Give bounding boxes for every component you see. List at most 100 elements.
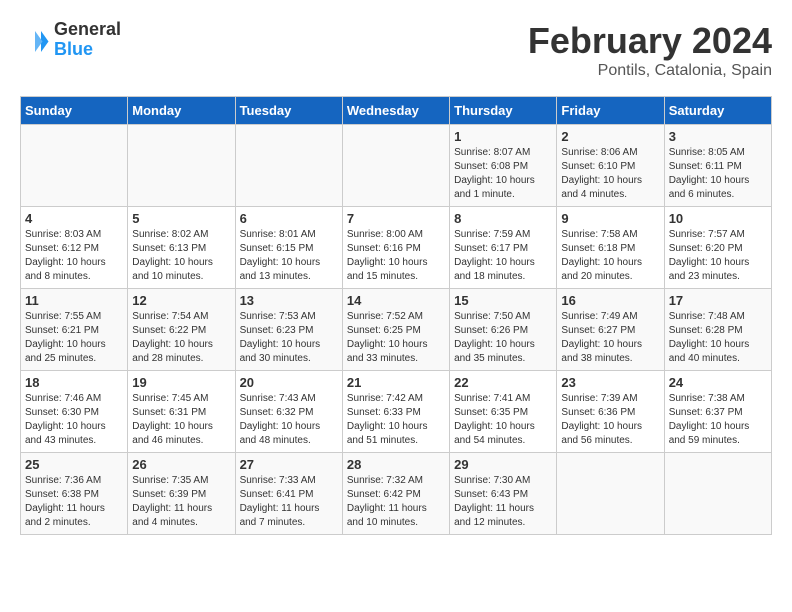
calendar-week-row: 4 Sunrise: 8:03 AM Sunset: 6:12 PM Daylig…: [21, 207, 772, 289]
logo-text: General Blue: [54, 20, 121, 60]
day-info: Sunrise: 8:02 AM Sunset: 6:13 PM Dayligh…: [132, 228, 230, 284]
day-number: 4: [25, 211, 123, 226]
day-number: 15: [454, 293, 552, 308]
day-number: 24: [669, 375, 767, 390]
day-of-week-header: Sunday: [21, 97, 128, 125]
day-info: Sunrise: 8:06 AM Sunset: 6:10 PM Dayligh…: [561, 146, 659, 202]
logo-general: General: [54, 20, 121, 40]
calendar-day-cell: 28 Sunrise: 7:32 AM Sunset: 6:42 PM Dayli…: [342, 453, 449, 535]
day-number: 17: [669, 293, 767, 308]
calendar-day-cell: [235, 125, 342, 207]
day-number: 12: [132, 293, 230, 308]
day-number: 19: [132, 375, 230, 390]
calendar-day-cell: 12 Sunrise: 7:54 AM Sunset: 6:22 PM Dayli…: [128, 289, 235, 371]
day-number: 8: [454, 211, 552, 226]
calendar-header-row: SundayMondayTuesdayWednesdayThursdayFrid…: [21, 97, 772, 125]
calendar-day-cell: 21 Sunrise: 7:42 AM Sunset: 6:33 PM Dayli…: [342, 371, 449, 453]
day-info: Sunrise: 7:32 AM Sunset: 6:42 PM Dayligh…: [347, 474, 445, 530]
day-number: 9: [561, 211, 659, 226]
page-header: General Blue February 2024 Pontils, Cata…: [20, 20, 772, 80]
calendar-week-row: 25Sunrise: 7:36 AM Sunset: 6:38 PM Dayli…: [21, 453, 772, 535]
calendar-day-cell: 3 Sunrise: 8:05 AM Sunset: 6:11 PM Daylig…: [664, 125, 771, 207]
day-number: 14: [347, 293, 445, 308]
location: Pontils, Catalonia, Spain: [528, 62, 772, 80]
calendar-day-cell: 29 Sunrise: 7:30 AM Sunset: 6:43 PM Dayli…: [450, 453, 557, 535]
day-info: Sunrise: 7:41 AM Sunset: 6:35 PM Dayligh…: [454, 392, 552, 448]
day-info: Sunrise: 7:43 AM Sunset: 6:32 PM Dayligh…: [240, 392, 338, 448]
logo-icon: [20, 25, 50, 55]
day-number: 6: [240, 211, 338, 226]
day-info: Sunrise: 7:54 AM Sunset: 6:22 PM Dayligh…: [132, 310, 230, 366]
calendar-day-cell: [128, 125, 235, 207]
day-number: 5: [132, 211, 230, 226]
calendar-day-cell: 25Sunrise: 7:36 AM Sunset: 6:38 PM Dayli…: [21, 453, 128, 535]
calendar-day-cell: 10 Sunrise: 7:57 AM Sunset: 6:20 PM Dayli…: [664, 207, 771, 289]
day-info: Sunrise: 7:55 AM Sunset: 6:21 PM Dayligh…: [25, 310, 123, 366]
calendar-day-cell: 15 Sunrise: 7:50 AM Sunset: 6:26 PM Dayli…: [450, 289, 557, 371]
day-info: Sunrise: 7:46 AM Sunset: 6:30 PM Dayligh…: [25, 392, 123, 448]
day-info: Sunrise: 8:00 AM Sunset: 6:16 PM Dayligh…: [347, 228, 445, 284]
day-number: 16: [561, 293, 659, 308]
month-title: February 2024: [528, 20, 772, 62]
calendar-day-cell: 22 Sunrise: 7:41 AM Sunset: 6:35 PM Dayli…: [450, 371, 557, 453]
calendar: SundayMondayTuesdayWednesdayThursdayFrid…: [20, 96, 772, 535]
day-info: Sunrise: 7:52 AM Sunset: 6:25 PM Dayligh…: [347, 310, 445, 366]
day-number: 10: [669, 211, 767, 226]
day-info: Sunrise: 7:57 AM Sunset: 6:20 PM Dayligh…: [669, 228, 767, 284]
day-info: Sunrise: 8:03 AM Sunset: 6:12 PM Dayligh…: [25, 228, 123, 284]
day-info: Sunrise: 8:07 AM Sunset: 6:08 PM Dayligh…: [454, 146, 552, 202]
day-of-week-header: Wednesday: [342, 97, 449, 125]
calendar-day-cell: 26Sunrise: 7:35 AM Sunset: 6:39 PM Dayli…: [128, 453, 235, 535]
calendar-week-row: 1 Sunrise: 8:07 AM Sunset: 6:08 PM Daylig…: [21, 125, 772, 207]
calendar-day-cell: 7Sunrise: 8:00 AM Sunset: 6:16 PM Daylig…: [342, 207, 449, 289]
day-of-week-header: Tuesday: [235, 97, 342, 125]
calendar-day-cell: [557, 453, 664, 535]
calendar-day-cell: 20 Sunrise: 7:43 AM Sunset: 6:32 PM Dayli…: [235, 371, 342, 453]
day-info: Sunrise: 7:38 AM Sunset: 6:37 PM Dayligh…: [669, 392, 767, 448]
day-number: 29: [454, 457, 552, 472]
day-info: Sunrise: 7:58 AM Sunset: 6:18 PM Dayligh…: [561, 228, 659, 284]
calendar-day-cell: 13 Sunrise: 7:53 AM Sunset: 6:23 PM Dayli…: [235, 289, 342, 371]
calendar-day-cell: 23 Sunrise: 7:39 AM Sunset: 6:36 PM Dayli…: [557, 371, 664, 453]
day-info: Sunrise: 7:39 AM Sunset: 6:36 PM Dayligh…: [561, 392, 659, 448]
calendar-day-cell: 11 Sunrise: 7:55 AM Sunset: 6:21 PM Dayli…: [21, 289, 128, 371]
logo: General Blue: [20, 20, 121, 60]
day-number: 20: [240, 375, 338, 390]
day-info: Sunrise: 7:35 AM Sunset: 6:39 PM Dayligh…: [132, 474, 230, 530]
calendar-day-cell: 17Sunrise: 7:48 AM Sunset: 6:28 PM Dayli…: [664, 289, 771, 371]
calendar-day-cell: 24 Sunrise: 7:38 AM Sunset: 6:37 PM Dayli…: [664, 371, 771, 453]
day-number: 21: [347, 375, 445, 390]
day-info: Sunrise: 8:05 AM Sunset: 6:11 PM Dayligh…: [669, 146, 767, 202]
day-number: 22: [454, 375, 552, 390]
calendar-day-cell: 16 Sunrise: 7:49 AM Sunset: 6:27 PM Dayli…: [557, 289, 664, 371]
calendar-day-cell: 2Sunrise: 8:06 AM Sunset: 6:10 PM Daylig…: [557, 125, 664, 207]
day-number: 18: [25, 375, 123, 390]
calendar-day-cell: 4 Sunrise: 8:03 AM Sunset: 6:12 PM Daylig…: [21, 207, 128, 289]
day-info: Sunrise: 7:45 AM Sunset: 6:31 PM Dayligh…: [132, 392, 230, 448]
title-block: February 2024 Pontils, Catalonia, Spain: [528, 20, 772, 80]
day-number: 1: [454, 129, 552, 144]
day-info: Sunrise: 7:49 AM Sunset: 6:27 PM Dayligh…: [561, 310, 659, 366]
day-number: 3: [669, 129, 767, 144]
day-of-week-header: Saturday: [664, 97, 771, 125]
day-number: 11: [25, 293, 123, 308]
day-info: Sunrise: 7:36 AM Sunset: 6:38 PM Dayligh…: [25, 474, 123, 530]
calendar-day-cell: 9 Sunrise: 7:58 AM Sunset: 6:18 PM Daylig…: [557, 207, 664, 289]
day-info: Sunrise: 7:50 AM Sunset: 6:26 PM Dayligh…: [454, 310, 552, 366]
day-number: 28: [347, 457, 445, 472]
calendar-day-cell: 27Sunrise: 7:33 AM Sunset: 6:41 PM Dayli…: [235, 453, 342, 535]
day-info: Sunrise: 7:42 AM Sunset: 6:33 PM Dayligh…: [347, 392, 445, 448]
logo-blue: Blue: [54, 40, 121, 60]
day-info: Sunrise: 7:59 AM Sunset: 6:17 PM Dayligh…: [454, 228, 552, 284]
calendar-day-cell: [342, 125, 449, 207]
day-info: Sunrise: 7:30 AM Sunset: 6:43 PM Dayligh…: [454, 474, 552, 530]
day-of-week-header: Friday: [557, 97, 664, 125]
day-of-week-header: Monday: [128, 97, 235, 125]
calendar-day-cell: 19 Sunrise: 7:45 AM Sunset: 6:31 PM Dayli…: [128, 371, 235, 453]
day-number: 23: [561, 375, 659, 390]
calendar-day-cell: 18 Sunrise: 7:46 AM Sunset: 6:30 PM Dayli…: [21, 371, 128, 453]
day-info: Sunrise: 7:53 AM Sunset: 6:23 PM Dayligh…: [240, 310, 338, 366]
calendar-day-cell: [664, 453, 771, 535]
day-number: 13: [240, 293, 338, 308]
calendar-day-cell: [21, 125, 128, 207]
